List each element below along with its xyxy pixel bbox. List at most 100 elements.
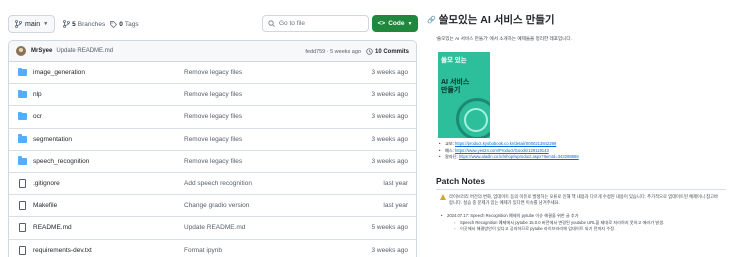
file-date: 3 weeks ago xyxy=(371,69,409,77)
file-row[interactable]: nlp Remove legacy files 3 weeks ago xyxy=(9,84,416,107)
warning-icon xyxy=(440,194,446,200)
store-url[interactable]: https://www.aladin.co.kr/shop/wproduct.a… xyxy=(459,154,579,159)
readme-title-row: 🔗 쓸모있는 AI 서비스 만들기 xyxy=(427,12,725,27)
file-date: last year xyxy=(383,180,408,188)
file-row[interactable]: image_generation Remove legacy files 3 wee… xyxy=(9,62,416,85)
patch-note-text: Speech Recognition 예제에서 pytube 15.0.0 버전… xyxy=(460,219,665,225)
file-row[interactable]: speech_recognition Remove legacy files 3 w… xyxy=(9,151,416,173)
file-row[interactable]: Makefile Change gradio version last year xyxy=(9,195,416,218)
file-name[interactable]: speech_recognition xyxy=(33,158,184,165)
branch-selector[interactable]: main ▼ xyxy=(8,15,56,33)
file-name[interactable]: image_generation xyxy=(33,69,184,76)
file-date: 3 weeks ago xyxy=(371,91,409,99)
tags-link[interactable]: 0 Tags xyxy=(110,20,139,28)
cover-ring-inner-graphic xyxy=(464,108,488,132)
store-label: 교보: xyxy=(445,141,454,146)
repo-toolbar: main ▼ 5 Branches 0 Tags Go to file <> C… xyxy=(8,14,418,34)
code-icon: <> xyxy=(377,20,386,27)
book-cover-image: 쓸모 있는 AI 서비스 만들기 xyxy=(438,52,490,138)
warning-callout: 라이브러리 버전의 변화, 업데이트 등의 이유로 발생하는 오류로 인해 책 … xyxy=(440,194,720,207)
store-url[interactable]: https://product.kyobobook.co.kr/detail/S… xyxy=(455,141,556,146)
store-links: 교보: https://product.kyobobook.co.kr/deta… xyxy=(438,141,579,161)
file-name[interactable]: README.md xyxy=(33,224,184,231)
file-name[interactable]: .gitignore xyxy=(33,180,184,187)
commits-count-link[interactable]: 10 Commits xyxy=(366,48,409,55)
folder-icon xyxy=(17,89,27,100)
patch-note-subitem: 이곳에서 해결방안이 있다고 공지하므로 pytube 라이브러리에 업데이트 … xyxy=(453,226,720,233)
avatar[interactable] xyxy=(16,46,26,56)
file-commit-message[interactable]: Format ipynb xyxy=(184,247,222,254)
code-button[interactable]: <> Code ▼ xyxy=(372,15,418,32)
store-label: 알라딘: xyxy=(445,154,458,160)
file-commit-message[interactable]: Update README.md xyxy=(184,224,245,231)
file-name[interactable]: Makefile xyxy=(33,202,184,209)
tags-label: Tags xyxy=(124,20,139,28)
readme-title: 쓸모있는 AI 서비스 만들기 xyxy=(438,14,555,26)
go-to-file-input[interactable]: Go to file xyxy=(262,15,369,32)
file-commit-message[interactable]: Remove legacy files xyxy=(184,158,242,165)
folder-icon xyxy=(17,67,27,78)
file-table: MrSyee Update README.md fedd759 · 5 week… xyxy=(8,40,417,257)
commits-count: 10 Commits xyxy=(374,48,409,55)
file-date: 3 weeks ago xyxy=(371,157,409,165)
file-icon xyxy=(17,223,27,233)
repo-panel: main ▼ 5 Branches 0 Tags Go to file <> C… xyxy=(8,14,418,257)
tag-icon xyxy=(110,20,118,28)
store-label: 예스: xyxy=(445,147,454,153)
file-commit-message[interactable]: Remove legacy files xyxy=(184,91,242,98)
chevron-down-icon: ▼ xyxy=(407,20,413,27)
file-icon xyxy=(17,201,27,211)
readme-subtitle: '쓸모있는 AI 서비스 만들기' 에서 소개하는 예제들을 정리한 레포입니다… xyxy=(436,36,572,41)
commit-meta: fedd759 · 5 weeks ago 10 Commits xyxy=(305,41,409,62)
file-name[interactable]: nlp xyxy=(33,91,184,98)
file-date: 3 weeks ago xyxy=(371,113,409,121)
file-icon xyxy=(17,179,27,189)
file-date: 5 weeks ago xyxy=(371,224,409,232)
file-name[interactable]: segmentation xyxy=(33,136,184,143)
link-icon[interactable]: 🔗 xyxy=(427,16,436,24)
commit-hash-time[interactable]: fedd759 · 5 weeks ago xyxy=(305,49,361,55)
latest-commit-bar: MrSyee Update README.md fedd759 · 5 week… xyxy=(9,41,416,62)
search-icon xyxy=(268,20,275,27)
chevron-down-icon: ▼ xyxy=(43,21,49,27)
tags-count: 0 xyxy=(119,20,123,28)
file-row[interactable]: ocr Remove legacy files 3 weeks ago xyxy=(9,106,416,129)
file-date: last year xyxy=(383,202,408,210)
branches-link[interactable]: 5 Branches xyxy=(63,20,105,28)
file-commit-message[interactable]: Add speech recognition xyxy=(184,180,252,187)
file-row[interactable]: .gitignore Add speech recognition last yea… xyxy=(9,173,416,196)
file-row[interactable]: segmentation Remove legacy files 3 weeks a… xyxy=(9,129,416,151)
branches-count: 5 xyxy=(72,20,76,28)
patch-notes-heading: Patch Notes xyxy=(436,176,726,190)
book-cover-title-line2: 만들기 xyxy=(441,87,461,94)
file-name[interactable]: requirements-dev.txt xyxy=(33,247,184,254)
folder-icon xyxy=(17,156,27,166)
commit-author[interactable]: MrSyee xyxy=(31,48,52,54)
patch-note-text: 2024.07.17: Speech Recognition 예제의 pytub… xyxy=(447,213,579,218)
code-label: Code xyxy=(388,20,405,27)
file-row[interactable]: requirements-dev.txt Format ipynb 3 weeks … xyxy=(9,240,416,257)
store-link-item: 알라딘: https://www.aladin.co.kr/shop/wprod… xyxy=(438,154,579,161)
file-list: image_generation Remove legacy files 3 wee… xyxy=(9,62,416,257)
book-cover-headline: 쓸모 있는 xyxy=(441,57,467,64)
file-date: 3 weeks ago xyxy=(371,247,409,255)
file-row[interactable]: README.md Update README.md 5 weeks ago xyxy=(9,217,416,240)
store-link-item: 교보: https://product.kyobobook.co.kr/deta… xyxy=(438,141,579,148)
book-cover-title: AI 서비스 만들기 xyxy=(441,79,469,95)
commit-message[interactable]: Update README.md xyxy=(56,48,113,54)
folder-icon xyxy=(17,111,27,122)
file-commit-message[interactable]: Remove legacy files xyxy=(184,136,242,143)
warning-text: 라이브러리 버전의 변화, 업데이트 등의 이유로 발생하는 오류로 인해 책 … xyxy=(449,194,718,206)
store-url[interactable]: https://www.yes24.com/Product/Goods/1291… xyxy=(455,148,549,153)
file-date: 3 weeks ago xyxy=(371,135,409,143)
file-commit-message[interactable]: Remove legacy files xyxy=(184,113,242,120)
readme-panel: 🔗 쓸모있는 AI 서비스 만들기 '쓸모있는 AI 서비스 만들기' 에서 소… xyxy=(427,12,726,233)
book-cover-title-line1: AI 서비스 xyxy=(441,79,470,86)
patch-notes-list: 2024.07.17: Speech Recognition 예제의 pytub… xyxy=(440,213,720,233)
branches-label: Branches xyxy=(77,20,106,28)
file-commit-message[interactable]: Change gradio version xyxy=(184,202,249,209)
go-to-file-placeholder: Go to file xyxy=(279,20,306,27)
file-name[interactable]: ocr xyxy=(33,113,184,120)
file-commit-message[interactable]: Remove legacy files xyxy=(184,69,242,76)
branch-icon xyxy=(63,20,71,28)
